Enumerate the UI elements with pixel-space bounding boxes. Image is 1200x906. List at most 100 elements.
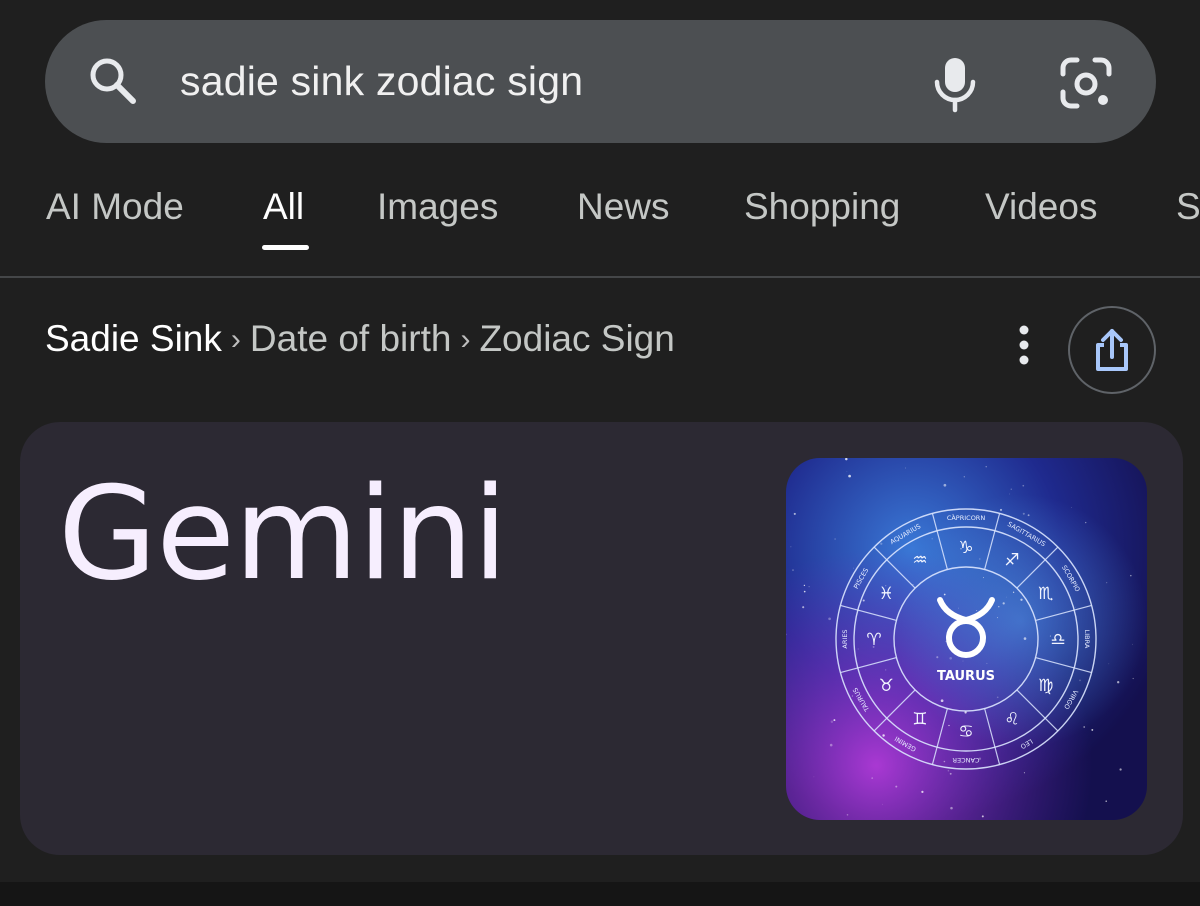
- star-dot: [949, 657, 952, 660]
- star-dot: [1079, 679, 1081, 682]
- star-dot: [1105, 800, 1107, 802]
- breadcrumb: Sadie Sink › Date of birth › Zodiac Sign: [45, 318, 675, 360]
- wheel-sign-symbol: ♈: [866, 630, 881, 650]
- star-dot: [1085, 521, 1087, 524]
- more-options-icon[interactable]: [1008, 322, 1040, 368]
- star-dot: [803, 584, 806, 587]
- wheel-sign-label: CAPRICORN: [947, 514, 986, 522]
- star-dot: [1005, 596, 1007, 598]
- tab-news[interactable]: News: [577, 186, 670, 228]
- star-dot: [790, 546, 792, 548]
- active-tab-indicator: [262, 245, 309, 250]
- star-dot: [1132, 643, 1133, 645]
- star-dot: [999, 508, 1003, 511]
- star-dot: [882, 734, 885, 737]
- star-dot: [904, 467, 906, 469]
- star-dot: [829, 743, 833, 747]
- star-dot: [1075, 606, 1077, 608]
- wheel-sign-symbol: ♐: [1004, 550, 1019, 570]
- star-dot: [1070, 507, 1072, 508]
- star-dot: [1027, 514, 1030, 517]
- star-dot: [808, 586, 810, 588]
- star-dot: [1108, 663, 1110, 665]
- star-dot: [1022, 484, 1025, 487]
- star-dot: [948, 724, 950, 727]
- star-dot: [998, 606, 1000, 608]
- zodiac-wheel-graphic: CAPRICORNSAGITTARIUSSCORPIOLIBRAVIRGOLEO…: [786, 458, 1147, 820]
- star-dot: [1117, 681, 1120, 684]
- wheel-sign-symbol: ♓: [879, 584, 894, 604]
- star-dot: [792, 569, 794, 572]
- star-dot: [1023, 637, 1027, 640]
- star-dot: [803, 590, 806, 593]
- tab-ai-mode[interactable]: AI Mode: [46, 186, 184, 228]
- star-dot: [936, 656, 939, 659]
- star-dot: [846, 814, 849, 816]
- breadcrumb-entity[interactable]: Sadie Sink: [45, 318, 222, 359]
- star-dot: [828, 617, 831, 621]
- star-dot: [1012, 591, 1015, 593]
- search-bar[interactable]: sadie sink zodiac sign: [45, 20, 1156, 143]
- star-dot: [880, 542, 883, 545]
- star-dot: [943, 483, 947, 487]
- star-dot: [1020, 598, 1023, 601]
- wheel-sign-symbol: ♌: [1004, 710, 1019, 730]
- star-dot: [1119, 768, 1122, 771]
- camera-lens-icon[interactable]: [1055, 52, 1117, 114]
- star-dot: [851, 695, 853, 697]
- search-icon[interactable]: [85, 53, 141, 109]
- star-dot: [833, 719, 836, 722]
- star-dot: [958, 607, 959, 609]
- star-dot: [997, 617, 998, 619]
- star-dot: [943, 593, 946, 596]
- breadcrumb-zodiac-sign: Zodiac Sign: [479, 318, 675, 359]
- share-icon: [1096, 329, 1128, 371]
- star-dot: [852, 567, 854, 569]
- answer-card: Gemini CAPRICORN SAGITTARIUS SCORPIO LIB…: [20, 422, 1183, 855]
- wheel-sign-symbol: ♒: [912, 550, 927, 570]
- search-input[interactable]: sadie sink zodiac sign: [180, 58, 583, 105]
- star-dot: [1106, 582, 1108, 584]
- star-dot: [996, 696, 999, 699]
- tab-videos[interactable]: Videos: [985, 186, 1097, 228]
- star-dot: [976, 610, 978, 612]
- tab-shopping[interactable]: Shopping: [744, 186, 900, 228]
- wheel-sign-symbol: ♏: [1038, 584, 1053, 604]
- star-dot: [895, 785, 898, 788]
- star-dot: [857, 648, 859, 650]
- tab-all[interactable]: All: [263, 186, 304, 228]
- microphone-icon[interactable]: [925, 54, 985, 114]
- star-dot: [1002, 602, 1005, 605]
- star-dot: [1132, 677, 1134, 680]
- star-dot: [1009, 493, 1011, 495]
- zodiac-center-label: TAURUS: [937, 669, 995, 684]
- star-dot: [871, 777, 874, 779]
- star-dot: [962, 660, 964, 662]
- breadcrumb-separator: ›: [230, 323, 241, 356]
- star-dot: [834, 538, 836, 540]
- star-dot: [931, 538, 933, 540]
- star-dot: [1023, 772, 1025, 774]
- breadcrumb-date-of-birth[interactable]: Date of birth: [250, 318, 452, 359]
- search-tabs: AI Mode All Images News Shopping Videos …: [0, 178, 1200, 278]
- share-button[interactable]: [1068, 306, 1156, 394]
- wheel-sign-symbol: ♉: [879, 676, 894, 696]
- star-dot: [885, 669, 887, 671]
- star-dot: [881, 803, 883, 805]
- wheel-sign-symbol: ♎: [1050, 630, 1065, 650]
- star-dot: [1010, 488, 1013, 491]
- star-dot: [963, 476, 965, 478]
- star-dot: [921, 790, 924, 794]
- star-dot: [830, 720, 834, 723]
- tab-overflow[interactable]: S: [1176, 186, 1200, 228]
- tab-images[interactable]: Images: [377, 186, 498, 228]
- star-dot: [983, 577, 984, 579]
- wheel-sign-label: ARIES: [841, 629, 849, 648]
- wheel-sign-symbol: ♑: [958, 538, 973, 558]
- star-dot: [1022, 512, 1025, 515]
- zodiac-wheel-image[interactable]: CAPRICORN SAGITTARIUS SCORPIO LIBRA VIRGO LEO…: [786, 458, 1147, 820]
- star-dot: [949, 772, 952, 775]
- star-dot: [1091, 728, 1094, 731]
- star-dot: [1083, 726, 1086, 728]
- star-dot: [802, 606, 805, 609]
